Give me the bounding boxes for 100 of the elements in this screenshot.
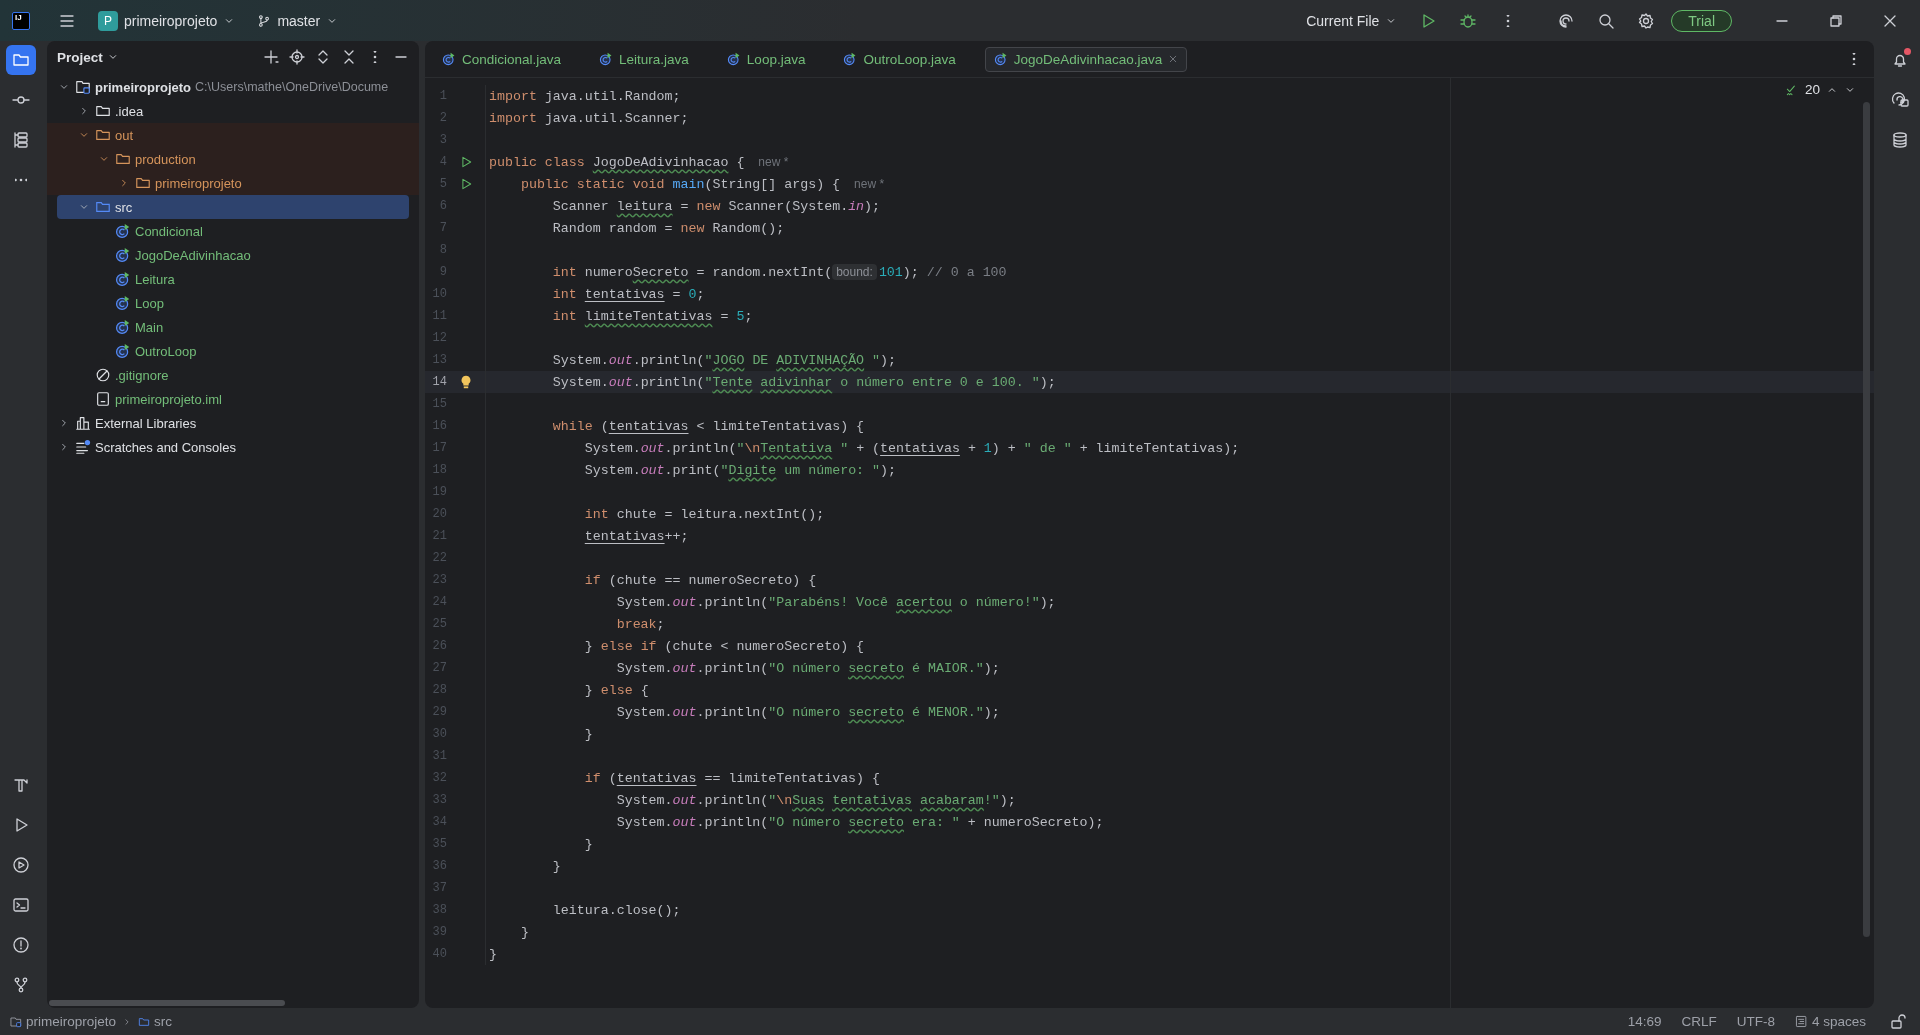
close-tab-icon[interactable] [1168,54,1179,64]
code-text: ); [880,462,897,478]
keyword: import [489,88,537,104]
number-literal: 0 [688,286,697,302]
minimize-icon [1776,19,1788,22]
code-text: .println( [696,814,769,830]
ignore-file-icon [95,367,111,383]
tree-item-label[interactable]: JogoDeAdivinhacao [135,247,251,263]
project-switcher[interactable]: P primeiroprojeto [92,6,242,35]
code-text: } [520,924,529,940]
keyword: public static void [520,176,666,192]
tab-label: Condicional.java [462,51,562,67]
tree-item-label[interactable]: Leitura [135,271,175,287]
tree-item-label[interactable]: Condicional [135,223,203,239]
keyword: int [552,308,577,324]
tree-item-label[interactable]: Main [135,319,164,335]
code-text: .println( [632,374,705,390]
code-text: System. [552,352,609,368]
tree-item-label[interactable]: production [135,151,196,167]
plus-icon [262,48,280,66]
tree-item-label[interactable]: External Libraries [95,415,197,431]
code-text: System. [584,462,641,478]
keyword: new [680,220,705,236]
code-text: == limiteTentativas) { [704,770,881,786]
code-text: chute = leitura.nextInt(); [616,506,825,522]
project-tool-button[interactable] [5,45,36,75]
string-literal: "O número [768,814,841,830]
code-text: .println( [696,660,769,676]
lock-icon [1889,1012,1907,1031]
code-text: ( [608,770,617,786]
line-separator[interactable]: CRLF [1681,1014,1717,1029]
keyword: while [552,418,593,434]
tree-item-label[interactable]: Loop [135,295,164,311]
tree-item-label[interactable]: OutroLoop [135,343,197,359]
project-view-dropdown[interactable]: Project [57,49,119,65]
run-configuration-dropdown[interactable]: Current File [1300,8,1404,33]
scrollbar-thumb[interactable] [1863,102,1870,937]
field-name: out [640,440,665,456]
trial-button[interactable]: Trial [1671,9,1732,32]
file-tab[interactable]: Loop.java [717,46,815,72]
settings-icon [1637,11,1656,30]
tree-item-label[interactable]: primeiroprojeto.iml [115,391,222,407]
caret-position[interactable]: 14:69 [1627,1014,1662,1029]
code-text: = [720,308,730,324]
run-gutter-icon[interactable] [459,155,473,169]
tree-item-label[interactable]: .idea [115,103,144,119]
folder-icon [135,175,151,191]
code-text: Random(); [712,220,785,236]
folder-icon [115,151,131,167]
tree-item-label[interactable]: .gitignore [115,367,169,383]
file-tab[interactable]: JogoDeAdivinhacao.java [984,46,1188,72]
project-name: primeiroprojeto [124,12,218,29]
file-tab[interactable]: Condicional.java [433,46,571,72]
code-text: { [640,682,649,698]
tree-item-label[interactable]: out [115,127,134,143]
field-name: out [672,704,697,720]
code-text: + [967,440,977,456]
tree-item-label[interactable]: primeiroprojeto [155,175,242,191]
code-text: numero [584,264,633,280]
tree-item-label[interactable]: Scratches and Consoles [95,439,236,455]
line-number: 14 [431,375,447,389]
run-gutter-icon[interactable] [459,177,473,191]
code-text: ( [600,418,609,434]
branch-dropdown[interactable]: master [251,8,345,33]
file-tab[interactable]: OutroLoop.java [834,46,965,72]
string-literal: " [736,440,745,456]
code-text: ); [902,264,919,280]
string-literal: é MENOR." [911,704,984,720]
indent-setting[interactable]: 4 spaces [1794,1014,1866,1029]
app-logo: IJ [12,11,30,30]
code-text: ); [983,660,1000,676]
field-name: out [672,594,697,610]
indent-label: 4 spaces [1811,1014,1866,1029]
keyword: break [616,616,657,632]
class-icon [843,52,858,66]
code-text: { [736,154,745,170]
code-text: ) + [991,440,1017,456]
folder-icon [11,51,30,69]
code-text: leitura.close(); [552,902,681,918]
string-literal: adivinhar [760,374,833,390]
breadcrumb[interactable]: src [138,1014,173,1029]
search-icon [1597,11,1616,30]
field-name: in [848,198,865,214]
more-icon [1852,53,1856,65]
code-text: Scanner [552,198,610,214]
string-literal: DE [752,352,769,368]
scrollbar-thumb[interactable] [49,1000,285,1006]
tree-item-label[interactable]: src [115,199,133,215]
string-literal: Tente [712,374,753,390]
spiral-icon [1557,11,1576,30]
file-encoding[interactable]: UTF-8 [1736,1014,1775,1029]
module-icon [75,79,91,95]
identifier: leitura [616,198,673,214]
more-icon [373,51,377,63]
tree-item-label[interactable]: primeiroprojeto [95,79,192,95]
class-icon [115,247,131,263]
parameter-hint: bound: [832,264,877,280]
file-tab[interactable]: Leitura.java [590,46,698,72]
author-hint: new * [854,177,885,191]
code-text: ; [656,616,665,632]
